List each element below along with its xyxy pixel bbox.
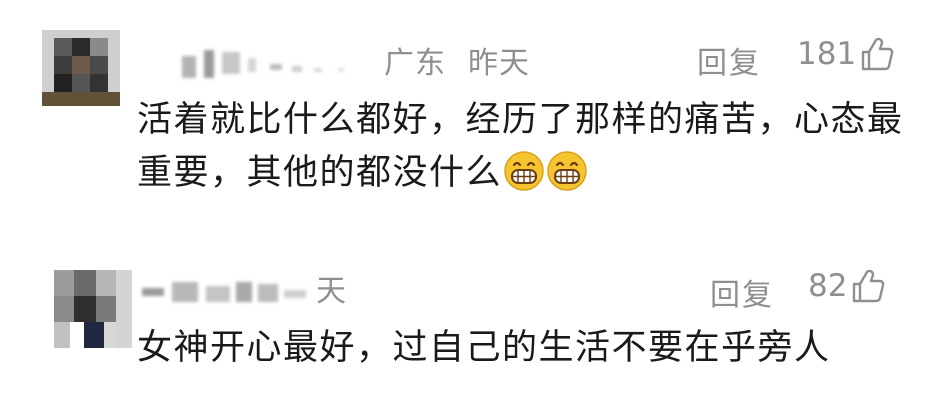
comment-item-1: 广东 昨天 回复 181 活着就比什么都好，经历了那样的痛苦，心态最 重要，其他… xyxy=(0,0,943,230)
comment-text: 女神开心最好，过自己的生活不要在乎旁人 xyxy=(137,322,831,375)
comment-text-line-1: 女神开心最好，过自己的生活不要在乎旁人 xyxy=(137,328,831,368)
like-button[interactable]: 181 xyxy=(797,36,894,72)
username-blurred[interactable] xyxy=(140,268,316,308)
comment-meta: 天 xyxy=(140,268,347,309)
comment-meta: 广东 昨天 xyxy=(178,40,530,81)
reply-button[interactable]: 回复 xyxy=(697,38,761,82)
comment-text: 活着就比什么都好，经历了那样的痛苦，心态最 重要，其他的都没什么 xyxy=(137,94,904,200)
comment-item-2: 天 回复 82 女神开心最好，过自己的生活不要在乎旁人 xyxy=(0,230,943,414)
comment-text-line-2-text: 重要，其他的都没什么 xyxy=(137,153,503,193)
like-count: 82 xyxy=(808,268,848,304)
username-blurred[interactable] xyxy=(178,40,378,80)
comment-location: 广东 xyxy=(384,46,446,81)
reply-button[interactable]: 回复 xyxy=(710,270,774,314)
like-count: 181 xyxy=(797,36,857,72)
avatar[interactable] xyxy=(42,30,120,106)
avatar[interactable] xyxy=(54,270,132,348)
comment-text-line-2: 重要，其他的都没什么 xyxy=(137,147,904,200)
comment-text-line-1: 活着就比什么都好，经历了那样的痛苦，心态最 xyxy=(137,100,904,140)
comment-time-partial: 天 xyxy=(316,274,347,309)
thumbs-up-icon xyxy=(861,37,894,71)
thumbs-up-icon xyxy=(853,269,885,303)
grin-emoji-icon xyxy=(547,151,587,191)
grin-emoji-icon xyxy=(504,151,544,191)
like-button[interactable]: 82 xyxy=(808,268,885,304)
comment-time: 昨天 xyxy=(468,46,530,81)
